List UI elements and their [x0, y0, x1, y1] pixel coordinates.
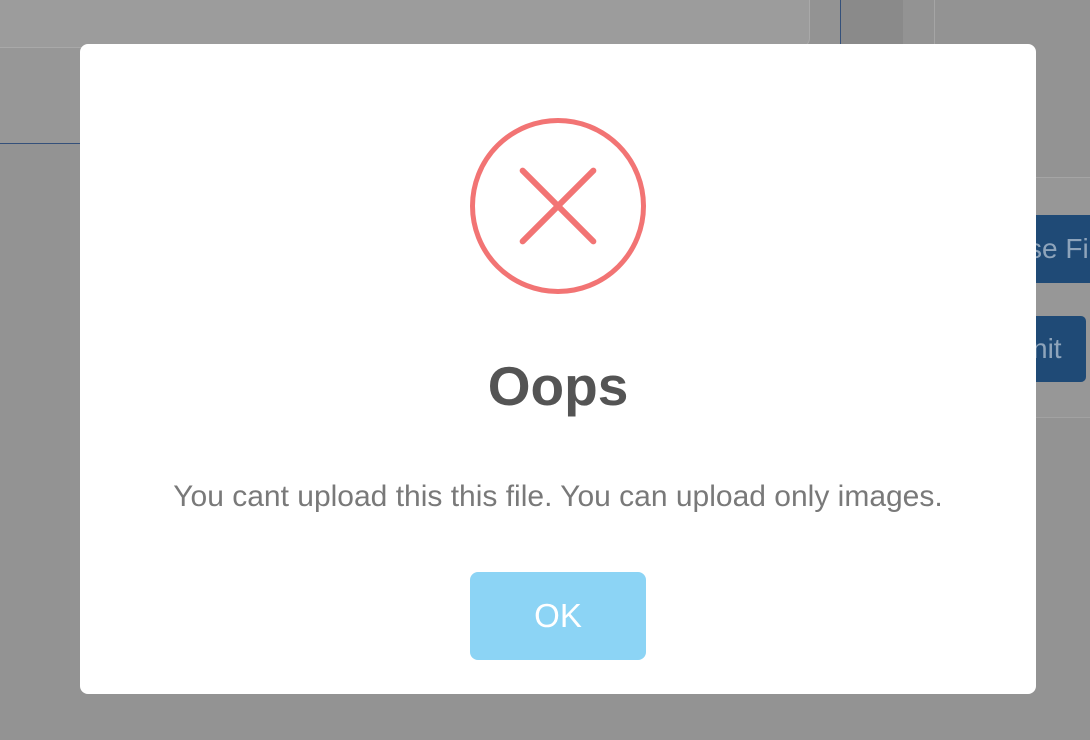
- alert-dialog: Oops You cant upload this this file. You…: [80, 44, 1036, 694]
- dialog-message: You cant upload this this file. You can …: [173, 480, 943, 513]
- error-x-icon: [470, 118, 646, 294]
- dialog-title: Oops: [487, 355, 629, 417]
- modal-overlay[interactable]: Oops You cant upload this this file. You…: [0, 0, 1090, 740]
- ok-button[interactable]: OK: [470, 572, 646, 660]
